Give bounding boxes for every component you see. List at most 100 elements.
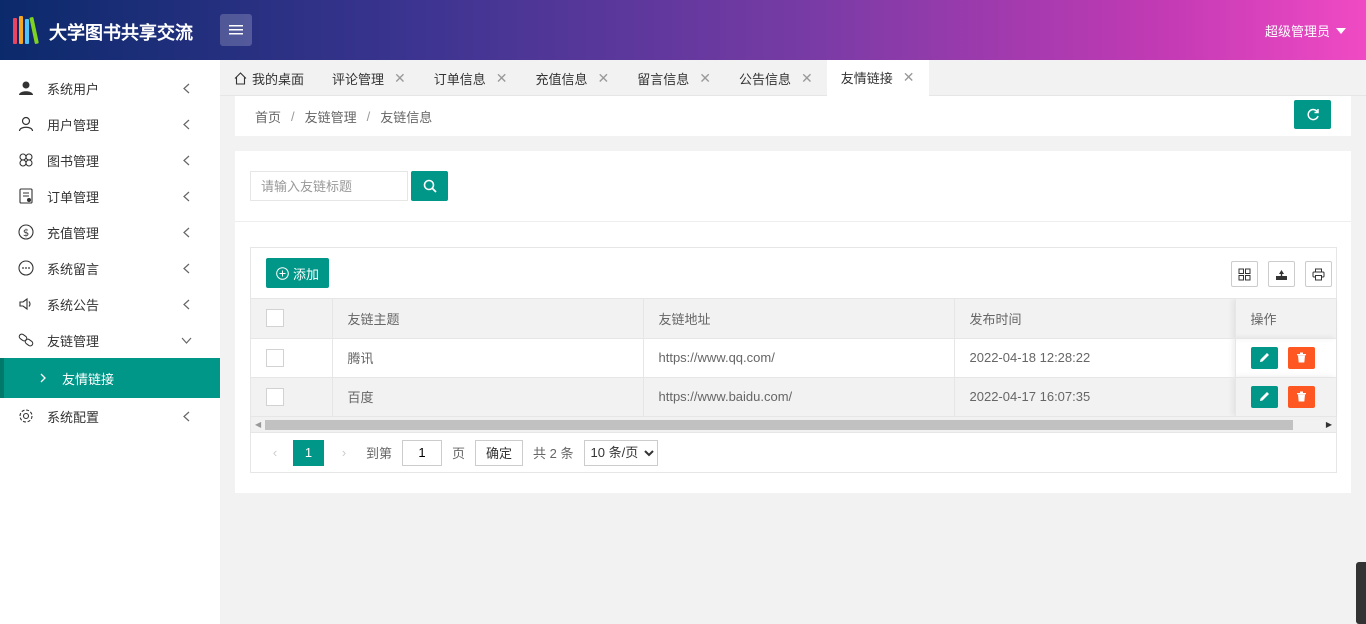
chevron-left-icon <box>183 227 190 238</box>
column-header[interactable]: 友链地址 <box>643 299 955 339</box>
clover-icon <box>18 152 34 168</box>
search-button[interactable] <box>411 171 448 201</box>
export-button[interactable] <box>1268 261 1295 287</box>
sidebar-item-label: 图书管理 <box>47 153 100 169</box>
link-url-cell: https://www.baidu.com/ <box>643 377 955 417</box>
link-icon <box>18 332 34 348</box>
scroll-left-icon[interactable]: ◀ <box>255 420 261 429</box>
refresh-button[interactable] <box>1294 100 1331 129</box>
breadcrumb: 首页 / 友链管理 / 友链信息 <box>235 96 1351 136</box>
edit-button[interactable] <box>1250 346 1278 369</box>
sidebar-item-system-message[interactable]: 系统留言 <box>0 250 220 286</box>
tab-notice-info[interactable]: 公告信息 ✕ <box>725 60 827 96</box>
sidebar: 系统用户 用户管理 图书管理 订单管理 $ 充值管理 系统留言 系统公告 友链管… <box>0 60 220 624</box>
sidebar-item-order-manage[interactable]: 订单管理 <box>0 178 220 214</box>
gear-icon <box>18 408 34 424</box>
menu-toggle-button[interactable] <box>220 14 252 46</box>
tab-my-desktop[interactable]: 我的桌面 <box>220 60 318 96</box>
sidebar-subitem-label: 友情链接 <box>62 371 115 387</box>
select-all-checkbox[interactable] <box>266 309 284 328</box>
search-row <box>250 171 448 201</box>
chevron-left-icon <box>183 155 190 166</box>
next-page-icon[interactable]: › <box>332 445 356 460</box>
hamburger-icon <box>229 25 243 35</box>
breadcrumb-section[interactable]: 友链管理 <box>305 107 357 126</box>
close-icon[interactable]: ✕ <box>903 69 915 86</box>
link-title-cell: 腾讯 <box>332 338 644 378</box>
current-page-button[interactable]: 1 <box>293 439 324 466</box>
receipt-icon <box>18 188 34 204</box>
sidebar-item-label: 充值管理 <box>47 225 100 241</box>
close-icon[interactable]: ✕ <box>598 70 610 87</box>
tab-message-info[interactable]: 留言信息 ✕ <box>623 60 725 96</box>
column-header: 操作 <box>1235 299 1336 339</box>
row-checkbox[interactable] <box>266 348 284 367</box>
books-logo-icon <box>13 16 39 44</box>
breadcrumb-home[interactable]: 首页 <box>255 107 281 126</box>
sidebar-item-link-manage[interactable]: 友链管理 <box>0 322 220 358</box>
tab-recharge-info[interactable]: 充值信息 ✕ <box>522 60 624 96</box>
close-icon[interactable]: ✕ <box>699 70 711 87</box>
tab-friend-links[interactable]: 友情链接 ✕ <box>826 60 929 96</box>
page-size-select[interactable]: 10 条/页 <box>583 439 658 466</box>
user-solid-icon <box>18 80 34 96</box>
links-table: 友链主题 友链地址 发布时间 操作 腾讯 https://www.qq.com/… <box>251 299 1336 417</box>
sidebar-item-system-users[interactable]: 系统用户 <box>0 70 220 106</box>
grid-columns-icon <box>1238 268 1251 280</box>
refresh-icon <box>1306 108 1319 120</box>
sidebar-item-system-notice[interactable]: 系统公告 <box>0 286 220 322</box>
goto-page-input[interactable] <box>402 439 443 466</box>
tab-label: 评论管理 <box>332 71 385 87</box>
floating-widget[interactable] <box>1356 562 1366 624</box>
chevron-left-icon <box>183 191 190 202</box>
trash-icon <box>1296 391 1306 402</box>
tab-label: 我的桌面 <box>252 71 305 87</box>
tab-label: 留言信息 <box>637 71 690 87</box>
chevron-right-icon <box>40 373 46 383</box>
delete-button[interactable] <box>1287 385 1315 408</box>
tab-order-info[interactable]: 订单信息 ✕ <box>420 60 522 96</box>
pencil-icon <box>1259 353 1269 362</box>
home-icon <box>234 71 247 85</box>
page-unit-label: 页 <box>452 446 466 461</box>
pagination: ‹ 1 › 到第 页 确定 共 2 条 10 条/页 <box>251 433 1336 473</box>
search-input[interactable] <box>250 171 408 201</box>
sidebar-item-label: 系统公告 <box>47 297 100 313</box>
row-checkbox[interactable] <box>266 387 284 406</box>
sidebar-item-label: 系统用户 <box>47 81 100 97</box>
close-icon[interactable]: ✕ <box>394 70 406 87</box>
sidebar-item-system-config[interactable]: 系统配置 <box>0 398 220 434</box>
sidebar-item-recharge-manage[interactable]: $ 充值管理 <box>0 214 220 250</box>
scrollbar-thumb[interactable] <box>265 419 1293 430</box>
sidebar-subitem-friend-links[interactable]: 友情链接 <box>0 358 220 398</box>
horizontal-scrollbar[interactable]: ◀ ▶ <box>251 416 1336 433</box>
export-icon <box>1276 269 1287 280</box>
prev-page-icon[interactable]: ‹ <box>263 445 287 460</box>
app-title: 大学图书共享交流 <box>49 23 193 44</box>
sidebar-item-user-manage[interactable]: 用户管理 <box>0 106 220 142</box>
user-menu[interactable]: 超级管理员 <box>1265 21 1346 40</box>
delete-button[interactable] <box>1287 346 1315 369</box>
publish-time-cell: 2022-04-18 12:28:22 <box>954 338 1236 378</box>
print-button[interactable] <box>1305 261 1332 287</box>
top-header: 大学图书共享交流 超级管理员 <box>0 0 1366 60</box>
sidebar-item-label: 用户管理 <box>47 117 100 133</box>
close-icon[interactable]: ✕ <box>496 70 508 87</box>
confirm-button[interactable]: 确定 <box>475 439 524 466</box>
scroll-right-icon[interactable]: ▶ <box>1326 420 1332 429</box>
edit-button[interactable] <box>1250 385 1278 408</box>
link-title-cell: 百度 <box>332 377 644 417</box>
close-icon[interactable]: ✕ <box>801 70 813 87</box>
row-select-cell <box>251 377 333 417</box>
column-header[interactable]: 友链主题 <box>332 299 644 339</box>
columns-filter-button[interactable] <box>1231 261 1258 287</box>
add-button[interactable]: 添加 <box>266 258 330 288</box>
column-header[interactable]: 发布时间 <box>954 299 1236 339</box>
search-icon <box>423 179 437 193</box>
chat-dots-icon <box>18 260 34 276</box>
pencil-icon <box>1259 392 1269 401</box>
sidebar-item-book-manage[interactable]: 图书管理 <box>0 142 220 178</box>
tab-comment-manage[interactable]: 评论管理 ✕ <box>318 60 420 96</box>
chevron-left-icon <box>183 411 190 422</box>
breadcrumb-current: 友链信息 <box>380 109 433 125</box>
